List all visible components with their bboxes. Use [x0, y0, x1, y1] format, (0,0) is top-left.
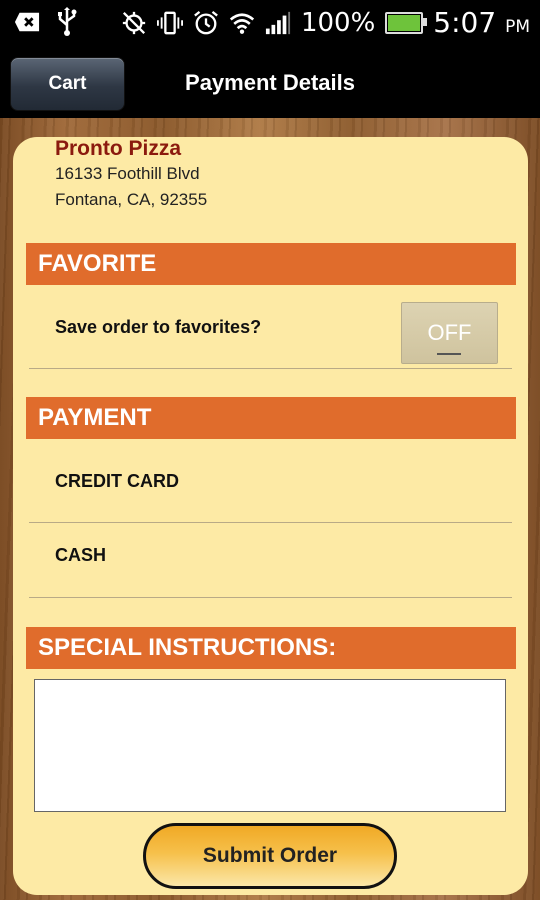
restaurant-name: Pronto Pizza — [55, 137, 182, 160]
location-off-icon — [121, 9, 147, 37]
usb-icon — [54, 7, 80, 36]
favorite-section-header: FAVORITE — [26, 243, 516, 285]
title-bar: Cart Payment Details — [0, 44, 540, 118]
message-icon — [14, 8, 40, 36]
divider — [29, 368, 512, 369]
divider — [29, 522, 512, 523]
payment-option-credit-card[interactable]: CREDIT CARD — [55, 471, 179, 492]
save-favorites-label: Save order to favorites? — [55, 317, 262, 337]
toggle-state-label: OFF — [427, 320, 472, 345]
battery-percent: 100% — [300, 7, 376, 38]
vibrate-icon — [156, 9, 183, 37]
status-bar: 100% 5:07 PM — [0, 0, 540, 44]
order-card: Pronto Pizza 16133 Foothill Blvd Fontana… — [13, 137, 528, 895]
alarm-icon — [193, 9, 219, 37]
special-instructions-header: SPECIAL INSTRUCTIONS: — [26, 627, 516, 669]
payment-option-cash[interactable]: CASH — [55, 545, 106, 566]
payment-section-header: PAYMENT — [26, 397, 516, 439]
divider — [29, 597, 512, 598]
clock: 5:07 PM — [433, 6, 530, 39]
wifi-icon — [229, 9, 255, 37]
toggle-indicator — [437, 353, 461, 355]
battery-icon — [385, 11, 428, 34]
cart-back-button[interactable]: Cart — [10, 57, 125, 111]
submit-order-button[interactable]: Submit Order — [143, 823, 397, 889]
restaurant-address-line1: 16133 Foothill Blvd — [55, 164, 200, 183]
restaurant-address-line2: Fontana, CA, 92355 — [55, 190, 208, 209]
special-instructions-input[interactable] — [34, 679, 506, 812]
signal-icon — [265, 9, 291, 37]
page-title: Payment Details — [185, 70, 355, 95]
favorites-toggle[interactable]: OFF — [401, 302, 498, 364]
